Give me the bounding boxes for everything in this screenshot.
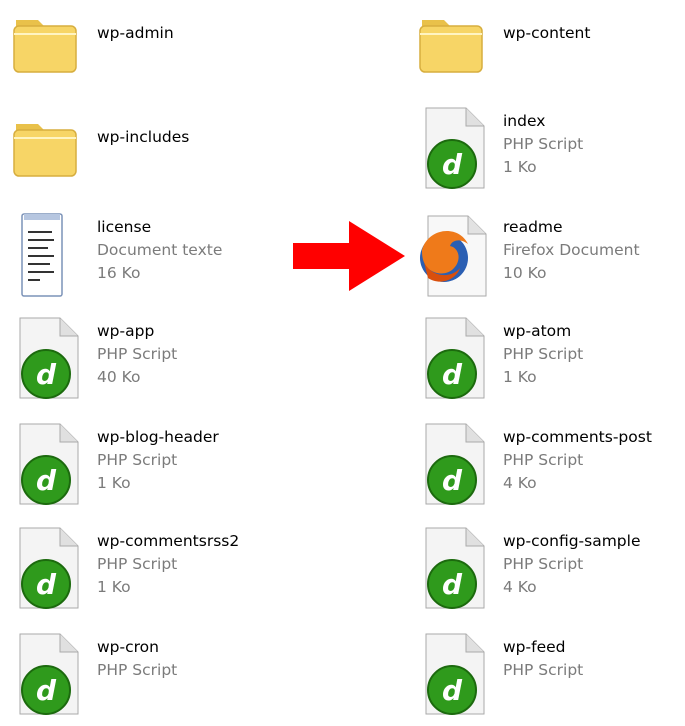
dreamweaver-php-icon: d [416,104,494,200]
svg-text:d: d [36,674,57,707]
file-size: 16 Ko [97,264,141,282]
file-item-wp-content[interactable]: wp-content [416,0,685,96]
folder-icon [10,0,88,96]
file-type: Firefox Document [503,241,640,259]
file-name: wp-commentsrss2 [97,532,240,550]
dreamweaver-php-icon: d [416,314,494,410]
file-name: wp-admin [97,24,174,42]
folder-icon [416,0,494,96]
file-type: Document texte [97,241,223,259]
file-name: wp-comments-post [503,428,652,446]
svg-text:d: d [36,568,57,601]
svg-text:d: d [442,568,463,601]
file-item-wp-commentsrss2[interactable]: d wp-commentsrss2 PHP Script 1 Ko [10,524,310,620]
red-arrow-icon [293,221,405,291]
file-item-wp-feed[interactable]: d wp-feed PHP Script [416,630,685,726]
file-item-wp-cron[interactable]: d wp-cron PHP Script [10,630,310,726]
file-item-readme[interactable]: readme Firefox Document 10 Ko [416,210,685,306]
file-item-license[interactable]: license Document texte 16 Ko [10,210,310,306]
file-name: wp-content [503,24,591,42]
file-size: 40 Ko [97,368,141,386]
svg-text:d: d [442,358,463,391]
file-type: PHP Script [503,451,584,469]
svg-text:d: d [442,464,463,497]
file-name: index [503,112,546,130]
file-item-wp-app[interactable]: d wp-app PHP Script 40 Ko [10,314,310,410]
svg-text:d: d [442,148,463,181]
file-size: 4 Ko [503,474,537,492]
file-item-wp-includes[interactable]: wp-includes [10,104,310,200]
file-name: wp-atom [503,322,572,340]
file-name: wp-app [97,322,155,340]
file-name: license [97,218,152,236]
file-item-wp-config-sample[interactable]: d wp-config-sample PHP Script 4 Ko [416,524,685,620]
file-name: wp-includes [97,128,190,146]
file-type: PHP Script [503,555,584,573]
file-item-wp-admin[interactable]: wp-admin [10,0,310,96]
file-item-wp-comments-post[interactable]: d wp-comments-post PHP Script 4 Ko [416,420,685,516]
svg-text:d: d [36,464,57,497]
dreamweaver-php-icon: d [416,524,494,620]
svg-text:d: d [442,674,463,707]
file-size: 1 Ko [97,474,131,492]
file-name: wp-blog-header [97,428,219,446]
file-size: 1 Ko [503,368,537,386]
file-size: 10 Ko [503,264,547,282]
file-type: PHP Script [97,555,178,573]
file-type: PHP Script [97,451,178,469]
text-document-icon [10,210,88,306]
file-type: PHP Script [503,345,584,363]
file-view: wp-admin wp-content wp-includes d index … [0,0,685,715]
file-item-wp-atom[interactable]: d wp-atom PHP Script 1 Ko [416,314,685,410]
file-size: 1 Ko [97,578,131,596]
file-name: wp-config-sample [503,532,641,550]
file-name: wp-cron [97,638,159,656]
file-name: readme [503,218,563,236]
file-size: 4 Ko [503,578,537,596]
dreamweaver-php-icon: d [10,630,88,726]
dreamweaver-php-icon: d [10,524,88,620]
dreamweaver-php-icon: d [416,420,494,516]
file-type: PHP Script [97,345,178,363]
dreamweaver-php-icon: d [10,314,88,410]
folder-icon [10,104,88,200]
firefox-document-icon [416,210,494,306]
file-size: 1 Ko [503,158,537,176]
file-type: PHP Script [503,661,584,679]
file-type: PHP Script [503,135,584,153]
file-item-index[interactable]: d index PHP Script 1 Ko [416,104,685,200]
file-type: PHP Script [97,661,178,679]
dreamweaver-php-icon: d [416,630,494,726]
file-name: wp-feed [503,638,566,656]
svg-text:d: d [36,358,57,391]
dreamweaver-php-icon: d [10,420,88,516]
file-item-wp-blog-header[interactable]: d wp-blog-header PHP Script 1 Ko [10,420,310,516]
